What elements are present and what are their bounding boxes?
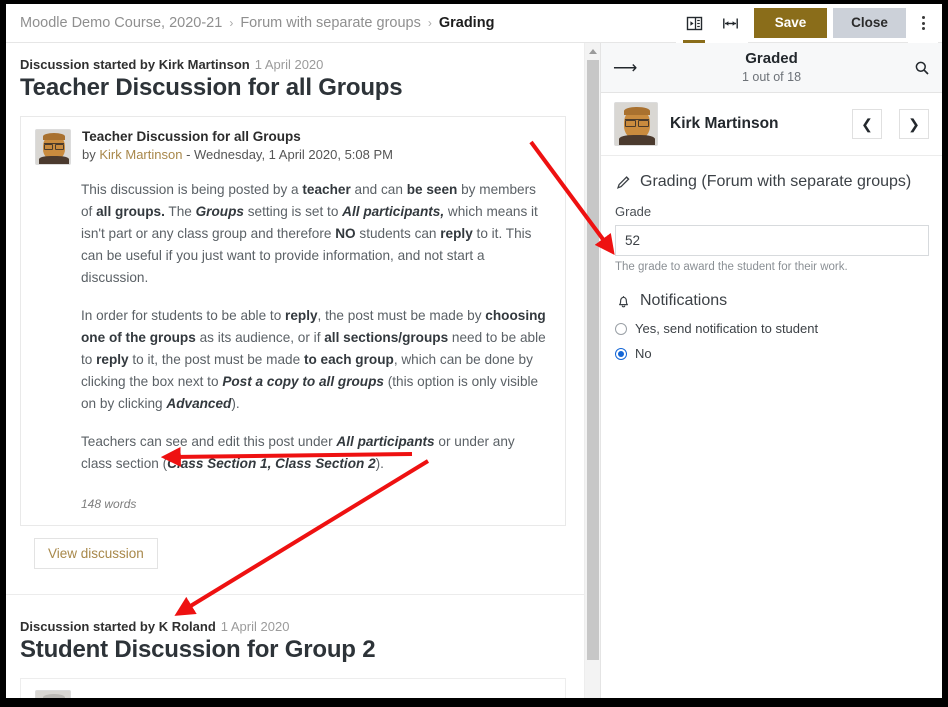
arrow-right-icon[interactable]: ⟶ xyxy=(613,59,637,76)
panel-toggle-glyph xyxy=(686,16,702,30)
moodle-grading-app: Moodle Demo Course, 2020-21 › Forum with… xyxy=(6,4,942,698)
grading-pane: ⟶ Graded 1 out of 18 Kirk Martinson ❮ ❯ … xyxy=(600,43,942,698)
discussion-teacher: Discussion started by Kirk Martinson 1 Ap… xyxy=(6,43,584,570)
discussion-title: Student Discussion for Group 2 xyxy=(20,636,376,664)
discussion-started-by: Discussion started by Kirk Martinson 1 Ap… xyxy=(20,57,566,72)
graded-status-label: Graded xyxy=(745,49,798,67)
post-byline: by Kirk Martinson - Wednesday, 1 April 2… xyxy=(82,147,393,162)
post-paragraph: Teachers can see and edit this post unde… xyxy=(81,434,515,472)
breadcrumb-item-forum[interactable]: Forum with separate groups xyxy=(240,15,421,31)
bell-icon xyxy=(619,295,628,307)
post-header-text: Teacher Discussion for all Groups by Kir… xyxy=(82,129,393,162)
screenshot-root: Moodle Demo Course, 2020-21 › Forum with… xyxy=(0,0,948,707)
notifications-section-title: Notifications xyxy=(615,292,928,310)
discussion-date: 1 April 2020 xyxy=(220,619,290,635)
post-body: This discussion is being posted by a tea… xyxy=(35,165,551,475)
avatar xyxy=(35,690,71,698)
post-timestamp: - Wednesday, 1 April 2020, 5:08 PM xyxy=(186,147,393,162)
student-navigator: Kirk Martinson ❮ ❯ xyxy=(601,93,942,156)
notification-option-yes[interactable]: Yes, send notification to student xyxy=(615,321,928,336)
student-avatar xyxy=(614,102,658,146)
discussion-author-label: Discussion started by K Roland xyxy=(20,619,216,635)
post-word-count: 148 words xyxy=(81,497,137,512)
view-discussion-row: View discussion xyxy=(20,526,566,570)
notification-option-no[interactable]: No xyxy=(615,346,928,361)
discussion-pane: Discussion started by Kirk Martinson 1 Ap… xyxy=(6,43,600,698)
chevron-left-icon[interactable]: ❮ xyxy=(852,109,882,139)
search-icon[interactable] xyxy=(906,60,930,76)
search-glyph xyxy=(915,61,929,75)
breadcrumb: Moodle Demo Course, 2020-21 › Forum with… xyxy=(6,15,494,31)
grading-status-text: Graded 1 out of 18 xyxy=(637,50,906,85)
post-header: Teacher Discussion for all Groups by Kir… xyxy=(35,129,551,165)
breadcrumb-separator-icon: › xyxy=(427,16,432,30)
kebab-dots xyxy=(921,16,925,30)
panel-toggle-icon[interactable] xyxy=(676,4,712,43)
parent-post-card: View parent post xyxy=(20,678,566,698)
discussion-started-by: Discussion started by K Roland 1 April 20… xyxy=(20,619,566,634)
grading-section-label: Grading (Forum with separate groups) xyxy=(640,173,912,190)
expand-horizontal-glyph xyxy=(722,18,738,28)
post-author-link[interactable]: Kirk Martinson xyxy=(99,147,182,162)
view-discussion-button[interactable]: View discussion xyxy=(34,538,158,570)
breadcrumb-separator-icon: › xyxy=(229,16,234,30)
notification-option-yes-label: Yes, send notification to student xyxy=(635,321,819,336)
discussion-scrollbar[interactable] xyxy=(584,43,600,698)
chevron-right-icon[interactable]: ❯ xyxy=(899,109,929,139)
breadcrumb-item-course[interactable]: Moodle Demo Course, 2020-21 xyxy=(20,15,222,31)
avatar xyxy=(35,129,71,165)
radio-checked-icon[interactable] xyxy=(615,347,627,360)
toolbar-actions: Save Close xyxy=(676,4,942,43)
student-name: Kirk Martinson xyxy=(670,115,779,132)
main-content-area: Discussion started by Kirk Martinson 1 Ap… xyxy=(6,43,942,698)
scrollbar-thumb[interactable] xyxy=(587,60,599,660)
post-by-prefix: by xyxy=(82,147,96,162)
grading-section-title: Grading (Forum with separate groups) xyxy=(615,173,928,191)
grade-input[interactable] xyxy=(615,225,929,256)
post-paragraph: This discussion is being posted by a tea… xyxy=(81,182,538,286)
post-card: Teacher Discussion for all Groups by Kir… xyxy=(20,116,566,527)
post-subject: Teacher Discussion for all Groups xyxy=(82,129,301,144)
breadcrumb-item-grading: Grading xyxy=(438,15,495,31)
discussion-student-group2: Discussion started by K Roland 1 April 20… xyxy=(6,595,584,698)
top-toolbar: Moodle Demo Course, 2020-21 › Forum with… xyxy=(6,4,942,43)
graded-progress-label: 1 out of 18 xyxy=(741,69,802,84)
close-button[interactable]: Close xyxy=(833,7,906,38)
discussion-title: Teacher Discussion for all Groups xyxy=(20,74,403,101)
scroll-up-arrow-icon[interactable] xyxy=(585,43,600,59)
save-button[interactable]: Save xyxy=(754,7,827,38)
expand-horizontal-icon[interactable] xyxy=(712,4,748,43)
grade-help-text: The grade to award the student for their… xyxy=(615,261,848,273)
pencil-icon xyxy=(616,175,630,189)
grading-form: Grading (Forum with separate groups) Gra… xyxy=(601,156,942,361)
radio-unchecked-icon[interactable] xyxy=(615,322,627,335)
notifications-section-label: Notifications xyxy=(640,292,728,309)
discussion-date: 1 April 2020 xyxy=(254,57,324,72)
discussion-author-label: Discussion started by Kirk Martinson xyxy=(20,57,250,72)
grade-label: Grade xyxy=(615,204,652,219)
kebab-menu-icon[interactable] xyxy=(908,4,938,43)
notification-option-no-label: No xyxy=(635,346,652,361)
discussion-scroll-content: Discussion started by Kirk Martinson 1 Ap… xyxy=(6,43,584,698)
post-paragraph: In order for students to be able to repl… xyxy=(81,308,546,412)
grading-status-header: ⟶ Graded 1 out of 18 xyxy=(601,43,942,93)
